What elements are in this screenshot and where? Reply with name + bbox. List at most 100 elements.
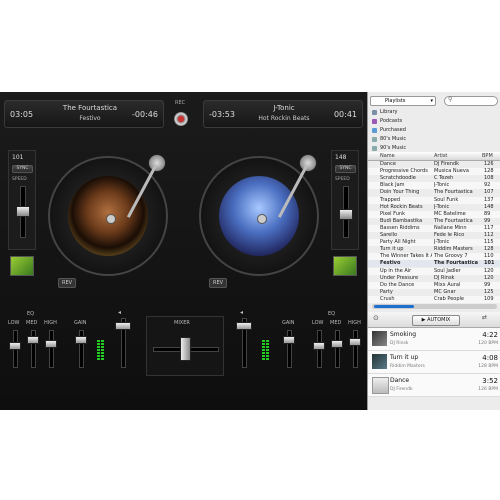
track-row[interactable]: Bassen Riddims Nallane Minn 117 (368, 224, 500, 232)
track-row[interactable]: Under Pressure DJ Rinsk 120 (368, 275, 500, 282)
source-80s-music[interactable]: 80's Music (380, 136, 406, 142)
mixer-right-gain-knob[interactable] (283, 336, 295, 344)
track-artist: C Tezeh (434, 175, 454, 182)
search-input[interactable]: ⚲ (444, 96, 498, 106)
scrollbar-thumb[interactable] (374, 305, 414, 308)
column-name[interactable]: Name (380, 152, 395, 160)
mixer-right-med-knob[interactable] (331, 340, 343, 348)
source-dropdown[interactable]: Playlists ▾ (370, 96, 436, 106)
mixer-left-volume-fader[interactable] (115, 322, 131, 330)
mixer-right-vu-meter-2 (266, 340, 269, 361)
queue-duration: 4:08 (482, 354, 498, 362)
track-artist: The Fourtastica (434, 260, 478, 267)
record-button[interactable] (174, 112, 188, 126)
dj-console: 03:05 The Fourtastica Festivo -00:46 REC… (0, 92, 367, 410)
track-row[interactable]: Progressive Chords Musica Nueva 128 (368, 168, 500, 176)
track-name: Dance (380, 161, 396, 167)
column-bpm[interactable]: BPM (482, 152, 493, 160)
deck-right-speed-label: SPEED (335, 177, 350, 182)
horizontal-scrollbar[interactable] (372, 304, 497, 309)
track-name: Budi Bambastika (380, 217, 423, 224)
search-icon: ⚲ (448, 96, 453, 103)
source-purchased[interactable]: Purchased (380, 127, 406, 133)
deck-right-turntable[interactable]: REV (193, 150, 327, 290)
deck-right-effect-button[interactable] (333, 256, 357, 276)
mixer-left-high-label: HIGH (44, 320, 57, 326)
deck-left-turntable[interactable]: REV (42, 150, 176, 290)
queue-title: Dance (390, 377, 410, 384)
automix-button[interactable]: ▶ AUTOMIX (412, 315, 460, 326)
mixer-right-vu-meter (262, 340, 265, 361)
mixer-right-med-label: MED (330, 320, 342, 326)
mixer-right-high-label: HIGH (348, 320, 361, 326)
column-artist[interactable]: Artist (434, 152, 447, 160)
queue-item[interactable]: Smoking DJ Rinsk 4:22 120 BPM (368, 328, 500, 351)
shuffle-icon[interactable]: ⇄ (482, 314, 487, 321)
track-row[interactable]: Scratchdoodle C Tezeh 108 (368, 175, 500, 182)
track-bpm: 89 (484, 210, 491, 217)
track-row[interactable]: Do the Dance Mixx Aural 99 (368, 281, 500, 289)
track-row[interactable]: Party MC Gnar 125 (368, 289, 500, 296)
source-library[interactable]: Library (380, 109, 397, 115)
automix-label: AUTOMIX (427, 317, 451, 323)
track-row[interactable]: Hot Rockin Beats J-Tonic 148 (368, 204, 500, 211)
mixer-left-low-knob[interactable] (9, 342, 21, 350)
track-row[interactable]: Crush Crab People 109 (368, 295, 500, 303)
mixer-right-eq-label: EQ (328, 311, 336, 317)
deck-left-rev-button[interactable]: REV (58, 278, 77, 288)
queue-icon[interactable]: ⊙ (373, 314, 379, 322)
mixer-left-high-track (49, 330, 54, 368)
mixer-left-eq-label: EQ (27, 311, 35, 317)
track-row[interactable]: The Winner Takes It All The Groovy 7 110 (368, 253, 500, 261)
track-row[interactable]: Budi Bambastika The Fourtastica 99 (368, 218, 500, 225)
track-row[interactable]: Black Jam J-Tonic 92 (368, 182, 500, 190)
source-90s-music[interactable]: 90's Music (380, 145, 406, 151)
crossfader-knob[interactable] (180, 337, 191, 361)
mixer-left-gain-knob[interactable] (75, 336, 87, 344)
source-podcasts[interactable]: Podcasts (380, 118, 402, 124)
mixer-left-high-knob[interactable] (45, 340, 57, 348)
track-name: Bassen Riddims (380, 224, 420, 231)
deck-right-rev-button[interactable]: REV (209, 278, 228, 288)
track-row[interactable]: Dance DJ Firendk 126 (368, 161, 500, 168)
mixer-right-high-knob[interactable] (349, 338, 361, 346)
mixer-right-volume-fader[interactable] (236, 322, 252, 330)
mixer-right-low-label: LOW (312, 320, 324, 326)
queue-artist: DJ Rinsk (390, 341, 409, 346)
track-bpm: 101 (484, 260, 495, 267)
track-name: Pixel Funk (380, 210, 405, 217)
mixer-right-low-knob[interactable] (313, 342, 325, 350)
deck-left-pitch-slider[interactable] (16, 206, 30, 217)
track-artist: J-Tonic (434, 182, 450, 189)
deck-right-bpm: 148 (335, 154, 347, 161)
queue-item[interactable]: Turn it up Riddim Masters 4:08 128 BPM (368, 351, 500, 374)
track-row[interactable]: Doin Your Thing The Fourtastica 107 (368, 189, 500, 196)
track-bpm: 126 (484, 161, 494, 167)
track-artist: DJ Rinsk (434, 274, 455, 281)
track-name: The Winner Takes It All (380, 253, 432, 260)
mixer-left-med-knob[interactable] (27, 336, 39, 344)
track-row[interactable]: Festivo The Fourtastica 101 (368, 260, 500, 268)
track-row[interactable]: Sarello Fede le Rico 112 (368, 232, 500, 239)
queue-item[interactable]: Dance DJ Firendk 3:52 126 BPM (368, 374, 500, 397)
queue-bpm: 120 BPM (478, 341, 498, 346)
track-name: Up in the Air (380, 267, 412, 274)
track-bpm: 120 (484, 267, 494, 274)
track-bpm: 112 (484, 232, 494, 238)
track-row[interactable]: Up in the Air Soul Jadler 120 (368, 267, 500, 275)
track-name: Crush (380, 295, 395, 302)
deck-right-sync-button[interactable]: SYNC (335, 165, 356, 173)
track-row[interactable]: Turn it up Riddim Masters 128 (368, 246, 500, 253)
track-name: Party (380, 288, 393, 295)
queue-duration: 4:22 (482, 331, 498, 339)
deck-left-effect-button[interactable] (10, 256, 34, 276)
deck-right-pitch-slider[interactable] (339, 209, 353, 220)
deck-left-sync-button[interactable]: SYNC (12, 165, 33, 173)
track-bpm: 120 (484, 274, 494, 281)
track-row[interactable]: Pixel Funk MC Batelime 89 (368, 210, 500, 218)
mixer-left-vu-meter-2 (101, 340, 104, 361)
track-name: Black Jam (380, 182, 405, 189)
track-row[interactable]: Trapped Soul Funk 137 (368, 196, 500, 204)
track-bpm: 107 (484, 189, 494, 196)
track-row[interactable]: Party All Night J-Tonic 115 (368, 239, 500, 247)
